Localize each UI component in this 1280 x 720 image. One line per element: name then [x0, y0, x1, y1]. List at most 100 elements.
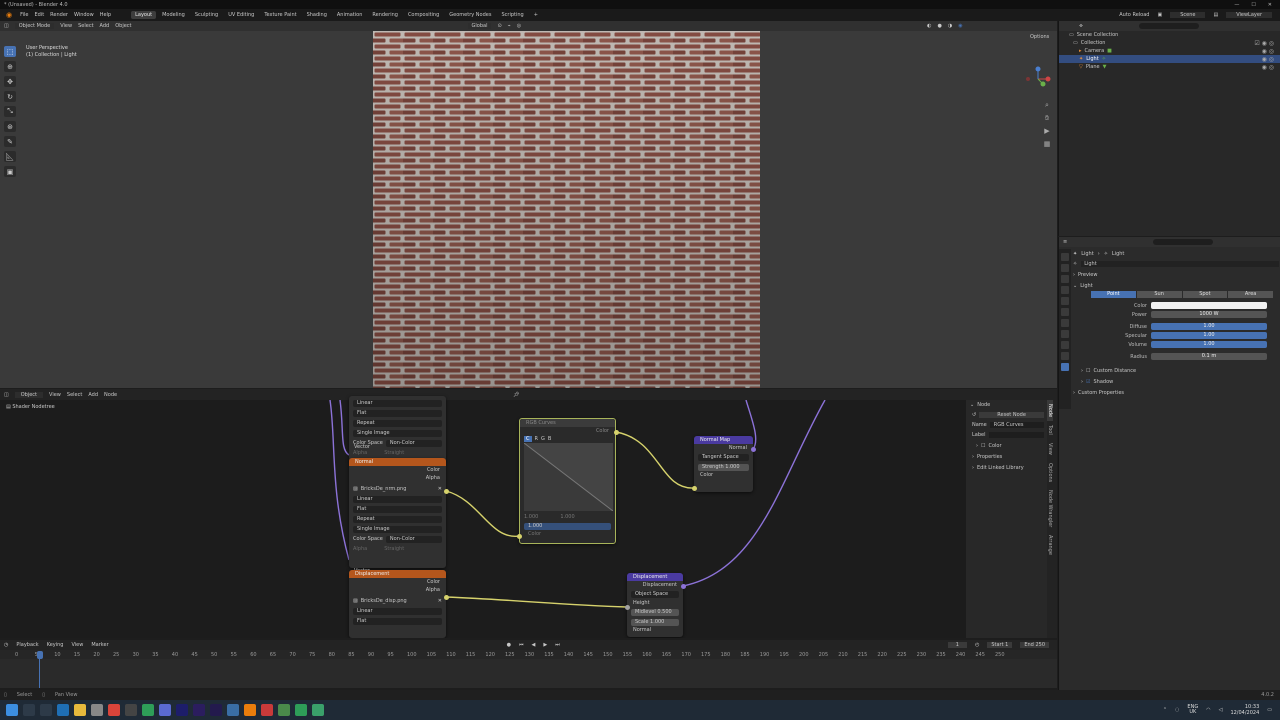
properties-search-input[interactable] — [1153, 239, 1214, 245]
after-effects-icon[interactable] — [193, 704, 205, 716]
panel-custom-distance[interactable]: › ☐ Custom Distance — [1073, 365, 1279, 376]
color-space-dropdown[interactable]: Non-Color — [385, 439, 442, 447]
physics-tab-icon[interactable] — [1061, 341, 1069, 349]
scene-tab-icon[interactable] — [1061, 297, 1069, 305]
transform-icon[interactable]: ⊛ — [4, 121, 16, 132]
shield-icon[interactable] — [159, 704, 171, 716]
strength-field[interactable]: Strength 1.000 — [698, 463, 749, 471]
chrome-icon[interactable] — [108, 704, 120, 716]
sidebar-tab-view[interactable]: View — [1047, 439, 1053, 459]
projection-dropdown[interactable]: Flat — [353, 409, 442, 417]
color-output-socket[interactable] — [614, 430, 619, 435]
specular-slider[interactable]: 1.00 — [1151, 332, 1267, 339]
channel-c-button[interactable]: C — [524, 436, 532, 442]
record-icon[interactable]: ● — [507, 642, 511, 648]
collection-tab-icon[interactable] — [1061, 319, 1069, 327]
datablock-selector[interactable]: ✧ Light — [1073, 259, 1279, 269]
maximize-icon[interactable]: ☐ — [1251, 2, 1255, 8]
editor-type-icon[interactable]: ◫ — [4, 392, 9, 398]
color-input-socket[interactable] — [517, 534, 522, 539]
end-frame-field[interactable]: End 250 — [1020, 642, 1049, 648]
tab-shading[interactable]: Shading — [303, 11, 331, 19]
language-indicator[interactable]: ENG UK — [1187, 705, 1198, 715]
snap-icon[interactable]: ⌁ — [508, 23, 511, 29]
tab-sculpting[interactable]: Sculpting — [191, 11, 222, 19]
visibility-eye-icon[interactable]: ◉ ◎ — [1262, 64, 1274, 71]
proportional-icon[interactable]: ◎ — [517, 23, 521, 29]
play-reverse-icon[interactable]: ◀ — [532, 642, 536, 648]
tab-rendering[interactable]: Rendering — [368, 11, 402, 19]
add-cube-icon[interactable]: ▣ — [4, 166, 16, 177]
interpolation-dropdown[interactable]: Linear — [353, 607, 442, 615]
checkbox-icon[interactable]: ☐ — [1086, 368, 1090, 374]
viewport-menu-object[interactable]: Object — [115, 23, 131, 29]
extension-dropdown[interactable]: Repeat — [353, 419, 442, 427]
shading-solid-icon[interactable]: ● — [937, 23, 941, 29]
space-dropdown[interactable]: Tangent Space — [698, 453, 749, 461]
playhead[interactable] — [37, 651, 43, 659]
light-type-spot[interactable]: Spot — [1182, 291, 1228, 298]
tab-compositing[interactable]: Compositing — [404, 11, 443, 19]
blender-logo-icon[interactable]: ◉ — [6, 11, 12, 19]
blender-taskbar-icon[interactable] — [244, 704, 256, 716]
color-input-socket[interactable] — [692, 486, 697, 491]
image-texture-node-top[interactable]: Linear Flat Repeat Single Image Color Sp… — [349, 396, 446, 462]
current-frame-field[interactable]: 1 — [947, 642, 967, 648]
annotate-icon[interactable]: ✎ — [4, 136, 16, 147]
node-canvas[interactable]: ▤ Shader Nodetree Linear Flat Repeat Sin… — [0, 396, 1057, 638]
start-frame-field[interactable]: Start 1 — [987, 642, 1013, 648]
sidebar-tab-arrange[interactable]: Arrange — [1047, 531, 1053, 559]
photos-icon[interactable] — [227, 704, 239, 716]
fac-slider[interactable]: 1.000 — [524, 522, 611, 530]
reset-node-button[interactable]: Reset Node — [979, 412, 1044, 418]
tool-tab-icon[interactable] — [1061, 253, 1069, 261]
midlevel-field[interactable]: Midlevel 0.500 — [631, 608, 679, 616]
channel-b-button[interactable]: B — [548, 436, 551, 442]
jump-start-icon[interactable]: ⏮ — [519, 642, 524, 648]
move-icon[interactable]: ✥ — [4, 76, 16, 87]
image-texture-node-displacement[interactable]: Displacement Color Alpha ▨ BricksDe_disp… — [349, 570, 446, 638]
color-output-socket[interactable] — [444, 595, 449, 600]
search-icon[interactable] — [23, 704, 35, 716]
scale-field[interactable]: Scale 1.000 — [631, 618, 679, 626]
sidebar-tab-options[interactable]: Options — [1047, 459, 1053, 486]
image-file-name[interactable]: BricksDe_disp.png — [361, 598, 435, 604]
color-swatch[interactable] — [1151, 302, 1267, 309]
image-texture-node-normal[interactable]: Normal Color Alpha ▨ BricksDe_nrm.png ✕ … — [349, 458, 446, 568]
channel-g-button[interactable]: G — [541, 436, 545, 442]
pin-icon[interactable]: 📌︎ — [513, 392, 519, 398]
add-workspace-icon[interactable]: + — [530, 11, 542, 19]
tab-animation[interactable]: Animation — [333, 11, 367, 19]
normal-output-socket[interactable] — [751, 447, 756, 452]
sidebar-tab-tool[interactable]: Tool — [1047, 421, 1053, 439]
space-dropdown[interactable]: Object Space — [631, 590, 679, 598]
node-menu-node[interactable]: Node — [104, 392, 117, 398]
menu-window[interactable]: Window — [74, 12, 94, 18]
light-data-tab-icon[interactable] — [1061, 363, 1069, 371]
checkbox-icon[interactable]: ☐ — [981, 443, 985, 449]
light-type-point[interactable]: Point — [1091, 291, 1136, 298]
timeline-menu-marker[interactable]: Marker — [91, 642, 108, 648]
projection-dropdown[interactable]: Flat — [353, 617, 442, 625]
datablock-name[interactable]: Light — [1081, 261, 1279, 267]
checkbox-checked-icon[interactable]: ☑ — [1086, 379, 1090, 385]
outliner-item-plane[interactable]: ▽ Plane ▼ ◉ ◎ — [1059, 63, 1280, 71]
app-icon-2[interactable] — [142, 704, 154, 716]
world-tab-icon[interactable] — [1061, 308, 1069, 316]
pivot-icon[interactable]: ⊙ — [497, 23, 501, 29]
projection-dropdown[interactable]: Flat — [353, 505, 442, 513]
orientation-dropdown[interactable]: Global — [467, 23, 492, 29]
windows-start-icon[interactable] — [6, 704, 18, 716]
normal-map-node[interactable]: Normal Map Normal Tangent Space Strength… — [694, 436, 753, 492]
navigation-gizmo[interactable] — [1024, 65, 1052, 93]
light-type-area[interactable]: Area — [1228, 291, 1273, 298]
panel-node[interactable]: ⌄ Node — [966, 400, 1050, 410]
close-icon[interactable]: ✕ — [438, 486, 442, 492]
measure-icon[interactable]: 📐︎ — [4, 151, 16, 162]
node-menu-select[interactable]: Select — [67, 392, 82, 398]
interpolation-dropdown[interactable]: Linear — [353, 495, 442, 503]
visibility-eye-icon[interactable]: ◉ ◎ — [1262, 48, 1274, 55]
minimize-icon[interactable]: — — [1234, 2, 1239, 8]
output-tab-icon[interactable] — [1061, 275, 1069, 283]
task-view-icon[interactable] — [40, 704, 52, 716]
